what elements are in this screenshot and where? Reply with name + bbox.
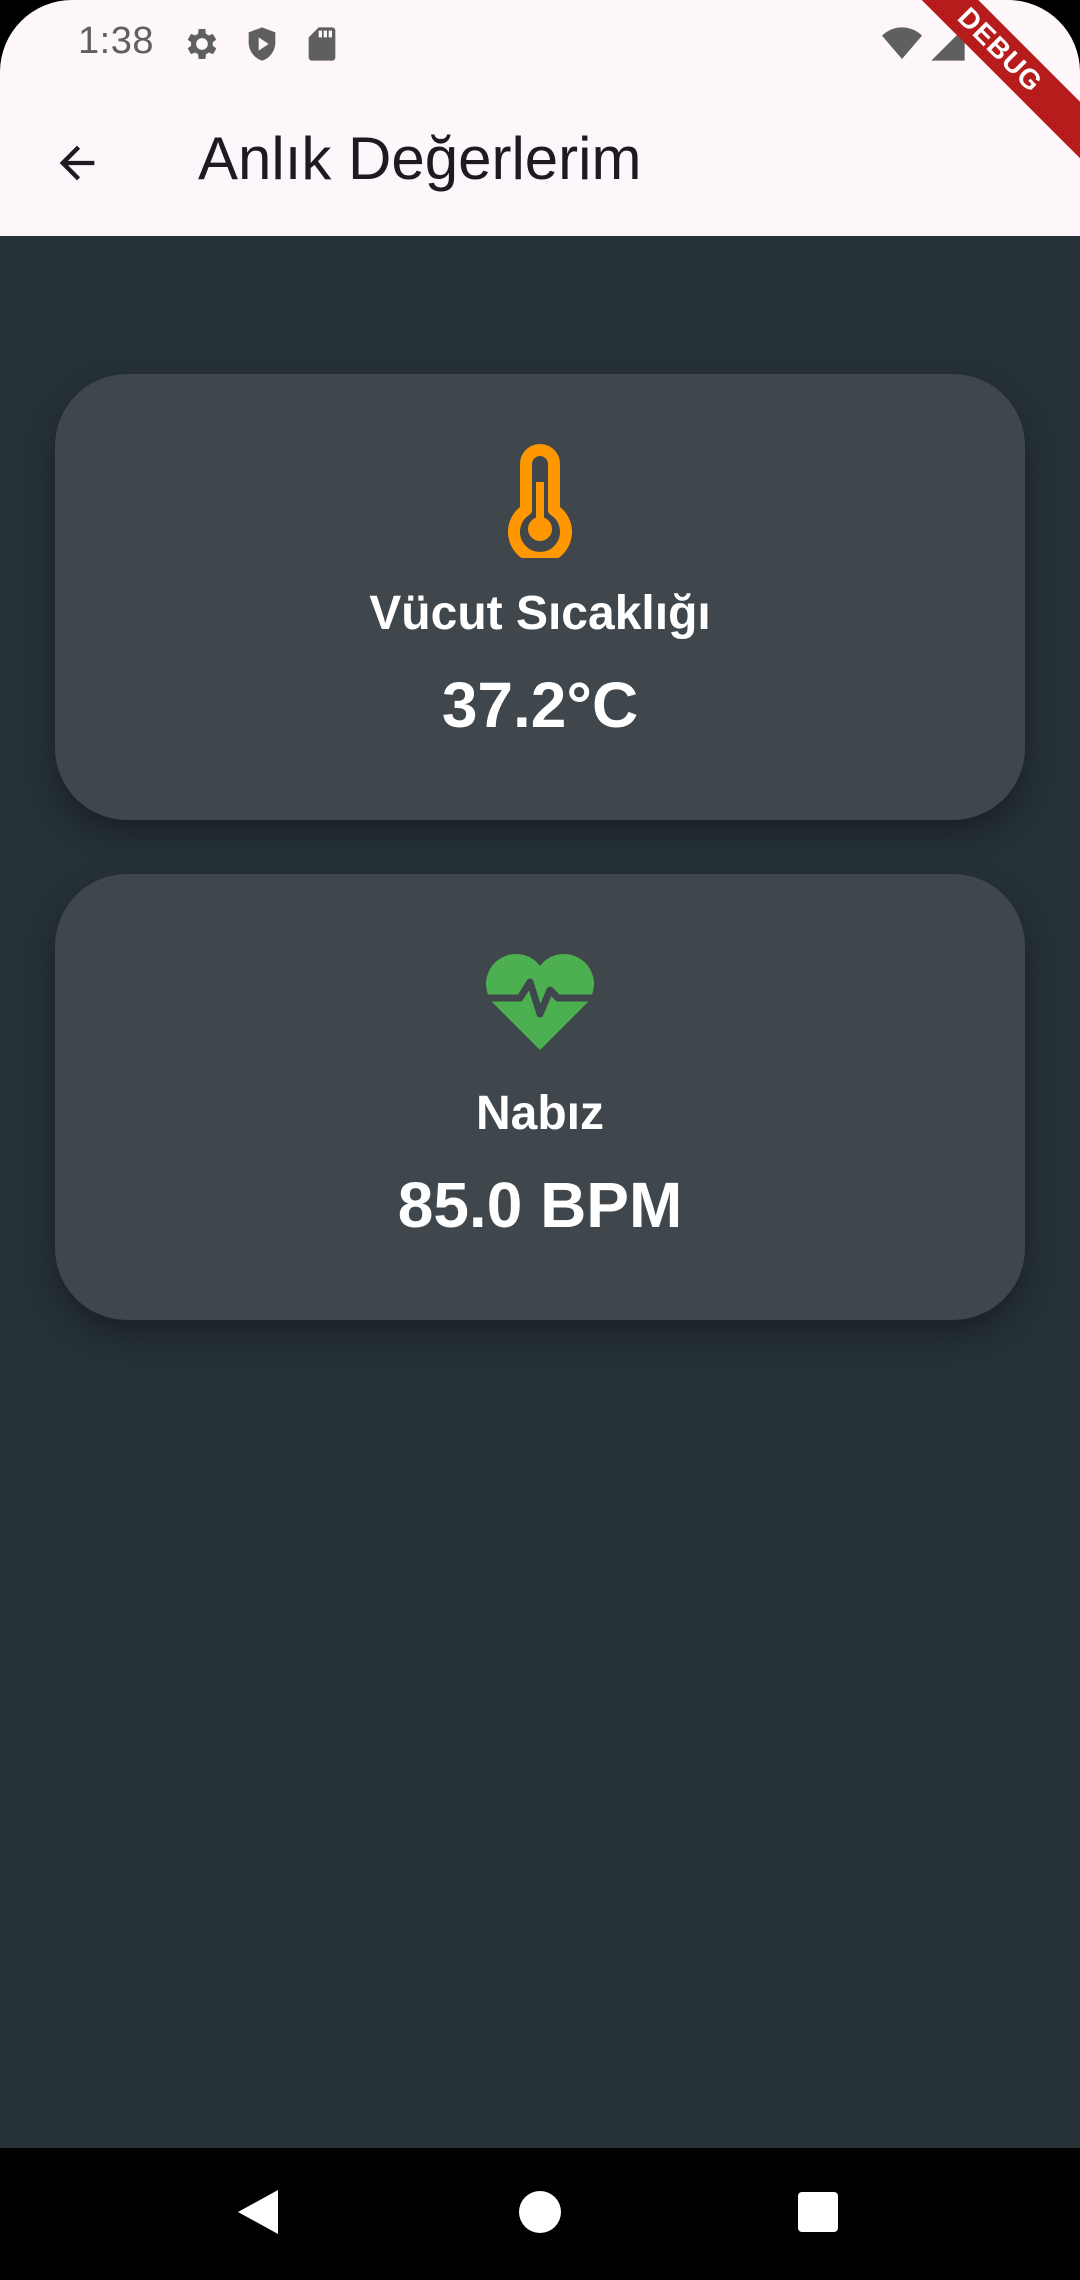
top-bar: 1:38 Anlık Değerlerim DEBUG bbox=[0, 0, 1080, 236]
back-triangle-icon bbox=[234, 2186, 282, 2243]
body-temperature-card: Vücut Sıcaklığı 37.2°C bbox=[55, 374, 1025, 820]
heart-pulse-icon bbox=[478, 952, 602, 1057]
page-title: Anlık Değerlerim bbox=[198, 125, 642, 192]
thermometer-icon bbox=[505, 442, 575, 564]
gear-icon bbox=[182, 24, 222, 64]
shield-icon bbox=[242, 24, 282, 64]
app-bar: Anlık Değerlerim bbox=[0, 90, 1080, 236]
card-label: Vücut Sıcaklığı bbox=[369, 587, 711, 640]
card-label: Nabız bbox=[475, 1087, 604, 1140]
nav-home-button[interactable] bbox=[498, 2172, 582, 2256]
back-button[interactable] bbox=[38, 126, 116, 204]
home-circle-icon bbox=[518, 2190, 562, 2239]
recents-square-icon bbox=[797, 2191, 839, 2238]
nav-back-button[interactable] bbox=[216, 2172, 300, 2256]
card-value: 85.0 BPM bbox=[397, 1169, 683, 1241]
wifi-icon bbox=[882, 24, 922, 64]
nav-recents-button[interactable] bbox=[776, 2172, 860, 2256]
card-value: 37.2°C bbox=[441, 669, 639, 741]
sd-card-icon bbox=[302, 24, 342, 64]
arrow-back-icon bbox=[51, 137, 103, 194]
status-bar: 1:38 bbox=[0, 0, 1080, 90]
system-navigation-bar bbox=[0, 2148, 1080, 2280]
pulse-card: Nabız 85.0 BPM bbox=[55, 874, 1025, 1320]
status-time: 1:38 bbox=[78, 20, 154, 62]
screen: 1:38 Anlık Değerlerim DEBUG Vücut Sıcakl… bbox=[0, 0, 1080, 2280]
